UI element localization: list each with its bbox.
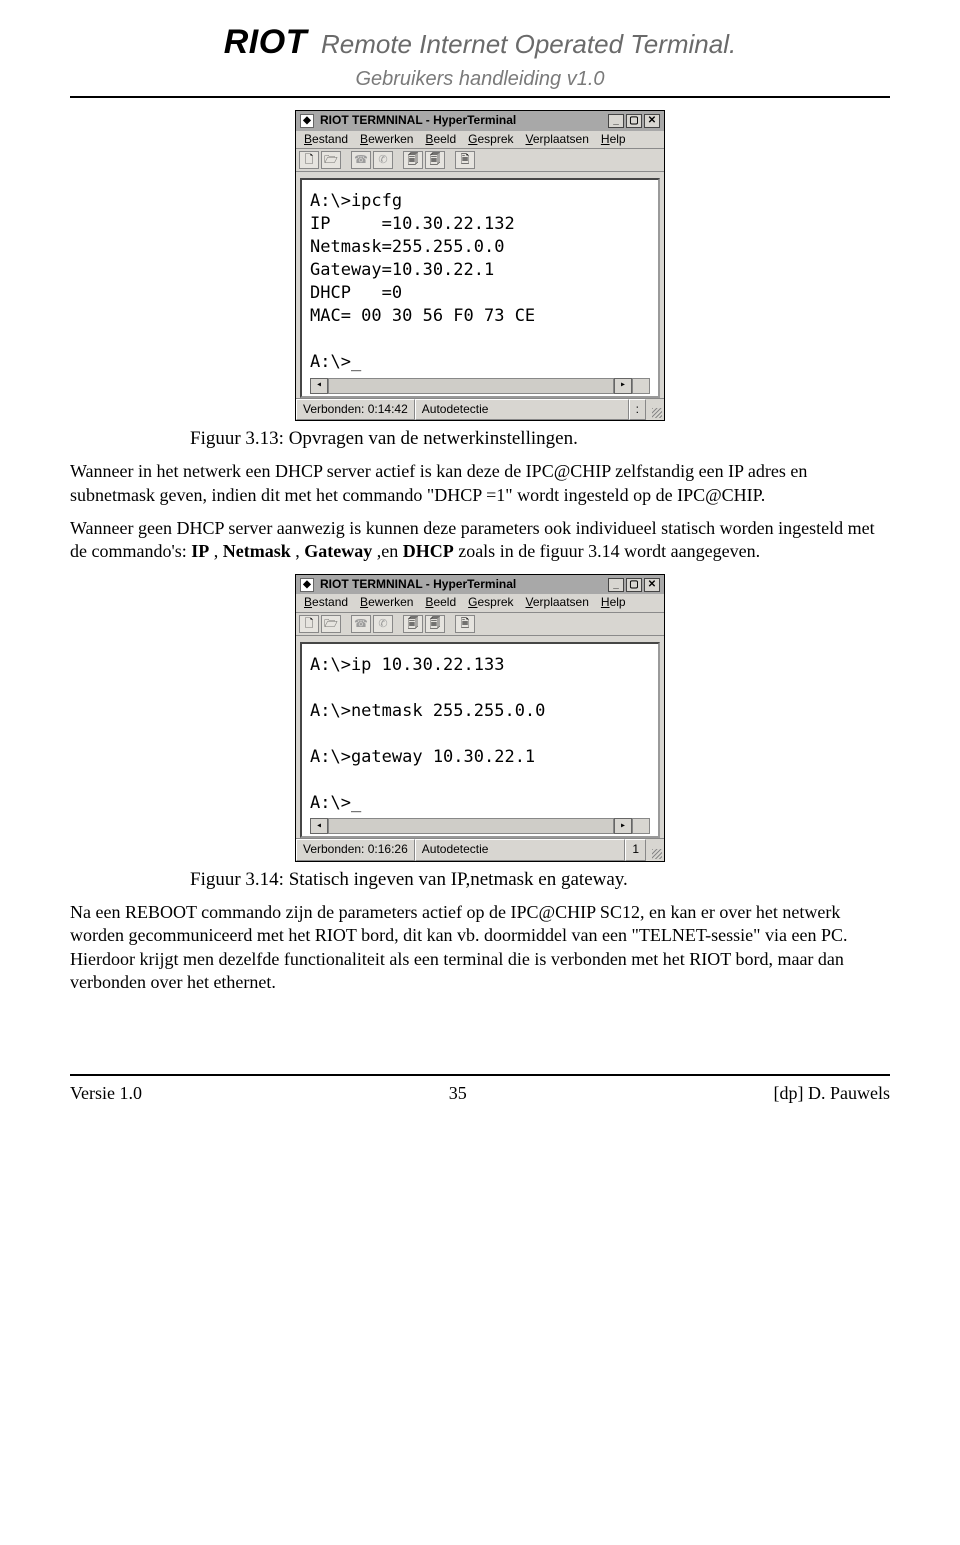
- properties-icon[interactable]: 🗎: [455, 151, 475, 169]
- paragraph-reboot: Na een REBOOT commando zijn de parameter…: [70, 901, 890, 995]
- menu-bewerken[interactable]: Bewerken: [356, 132, 417, 148]
- resize-grip[interactable]: [646, 839, 664, 861]
- status-connection: Verbonden: 0:14:42: [296, 399, 415, 421]
- scroll-track[interactable]: [328, 818, 614, 834]
- close-button[interactable]: ✕: [644, 114, 660, 128]
- footer: Versie 1.0 35 [dp] D. Pauwels: [70, 1074, 890, 1105]
- minimize-button[interactable]: _: [608, 578, 624, 592]
- app-icon: ◆: [300, 114, 314, 128]
- menu-bewerken[interactable]: Bewerken: [356, 595, 417, 611]
- status-extra: 1: [625, 839, 646, 861]
- scroll-left-icon[interactable]: ◂: [310, 378, 328, 394]
- footer-version: Versie 1.0: [70, 1082, 142, 1105]
- titlebar: ◆ RIOT TERMNINAL - HyperTerminal _ ▢ ✕: [296, 111, 664, 131]
- disconnect-icon[interactable]: ✆: [373, 151, 393, 169]
- menu-beeld[interactable]: Beeld: [421, 132, 460, 148]
- receive-icon[interactable]: 🗐: [425, 151, 445, 169]
- menu-bestand[interactable]: Bestand: [300, 132, 352, 148]
- menu-gesprek[interactable]: Gesprek: [464, 595, 517, 611]
- statusbar: Verbonden: 0:14:42 Autodetectie :: [296, 398, 664, 421]
- terminal-text: A:\>ipcfg IP =10.30.22.132 Netmask=255.2…: [310, 190, 650, 374]
- doc-subtitle: Gebruikers handleiding v1.0: [70, 66, 890, 92]
- menu-gesprek[interactable]: Gesprek: [464, 132, 517, 148]
- send-icon[interactable]: 🗐: [403, 151, 423, 169]
- horizontal-scrollbar[interactable]: ◂ ▸: [310, 818, 650, 834]
- status-autodetect: Autodetectie: [415, 839, 626, 861]
- scroll-left-icon[interactable]: ◂: [310, 818, 328, 834]
- terminal-text: A:\>ip 10.30.22.133 A:\>netmask 255.255.…: [310, 654, 650, 815]
- send-icon[interactable]: 🗐: [403, 615, 423, 633]
- paragraph-dhcp: Wanneer in het netwerk een DHCP server a…: [70, 460, 890, 507]
- paragraph-static: Wanneer geen DHCP server aanwezig is kun…: [70, 517, 890, 564]
- properties-icon[interactable]: 🗎: [455, 615, 475, 633]
- open-icon[interactable]: 🗁: [321, 151, 341, 169]
- scroll-corner: [632, 818, 650, 834]
- window-title: RIOT TERMNINAL - HyperTerminal: [320, 113, 516, 129]
- menu-verplaatsen[interactable]: Verplaatsen: [522, 132, 593, 148]
- menubar: Bestand Bewerken Beeld Gesprek Verplaats…: [296, 594, 664, 612]
- menu-beeld[interactable]: Beeld: [421, 595, 460, 611]
- open-icon[interactable]: 🗁: [321, 615, 341, 633]
- connect-icon[interactable]: ☎: [351, 615, 371, 633]
- minimize-button[interactable]: _: [608, 114, 624, 128]
- toolbar: 🗋 🗁 ☎ ✆ 🗐 🗐 🗎: [296, 148, 664, 172]
- footer-page: 35: [449, 1082, 467, 1105]
- terminal-output: A:\>ip 10.30.22.133 A:\>netmask 255.255.…: [300, 642, 660, 839]
- scroll-right-icon[interactable]: ▸: [614, 818, 632, 834]
- logo-text: RIOT: [224, 20, 307, 64]
- window-title: RIOT TERMNINAL - HyperTerminal: [320, 577, 516, 593]
- menubar: Bestand Bewerken Beeld Gesprek Verplaats…: [296, 131, 664, 149]
- hyperterminal-window-2: ◆ RIOT TERMNINAL - HyperTerminal _ ▢ ✕ B…: [295, 574, 665, 862]
- terminal-output: A:\>ipcfg IP =10.30.22.132 Netmask=255.2…: [300, 178, 660, 398]
- connect-icon[interactable]: ☎: [351, 151, 371, 169]
- maximize-button[interactable]: ▢: [626, 578, 642, 592]
- scroll-track[interactable]: [328, 378, 614, 394]
- toolbar: 🗋 🗁 ☎ ✆ 🗐 🗐 🗎: [296, 612, 664, 636]
- menu-help[interactable]: Help: [597, 132, 630, 148]
- disconnect-icon[interactable]: ✆: [373, 615, 393, 633]
- menu-bestand[interactable]: Bestand: [300, 595, 352, 611]
- document-header: RIOT Remote Internet Operated Terminal. …: [70, 20, 890, 98]
- app-icon: ◆: [300, 578, 314, 592]
- close-button[interactable]: ✕: [644, 578, 660, 592]
- new-icon[interactable]: 🗋: [299, 615, 319, 633]
- hyperterminal-window-1: ◆ RIOT TERMNINAL - HyperTerminal _ ▢ ✕ B…: [295, 110, 665, 421]
- doc-title: Remote Internet Operated Terminal.: [321, 28, 736, 62]
- figure-caption-313: Figuur 3.13: Opvragen van de netwerkinst…: [190, 427, 890, 452]
- horizontal-scrollbar[interactable]: ◂ ▸: [310, 378, 650, 394]
- resize-grip[interactable]: [646, 399, 664, 421]
- menu-help[interactable]: Help: [597, 595, 630, 611]
- menu-verplaatsen[interactable]: Verplaatsen: [522, 595, 593, 611]
- scroll-right-icon[interactable]: ▸: [614, 378, 632, 394]
- status-autodetect: Autodetectie: [415, 399, 629, 421]
- receive-icon[interactable]: 🗐: [425, 615, 445, 633]
- scroll-corner: [632, 378, 650, 394]
- status-connection: Verbonden: 0:16:26: [296, 839, 415, 861]
- maximize-button[interactable]: ▢: [626, 114, 642, 128]
- figure-caption-314: Figuur 3.14: Statisch ingeven van IP,net…: [190, 868, 890, 893]
- footer-author: [dp] D. Pauwels: [774, 1082, 890, 1105]
- statusbar: Verbonden: 0:16:26 Autodetectie 1: [296, 838, 664, 861]
- status-extra: :: [629, 399, 646, 421]
- new-icon[interactable]: 🗋: [299, 151, 319, 169]
- titlebar: ◆ RIOT TERMNINAL - HyperTerminal _ ▢ ✕: [296, 575, 664, 595]
